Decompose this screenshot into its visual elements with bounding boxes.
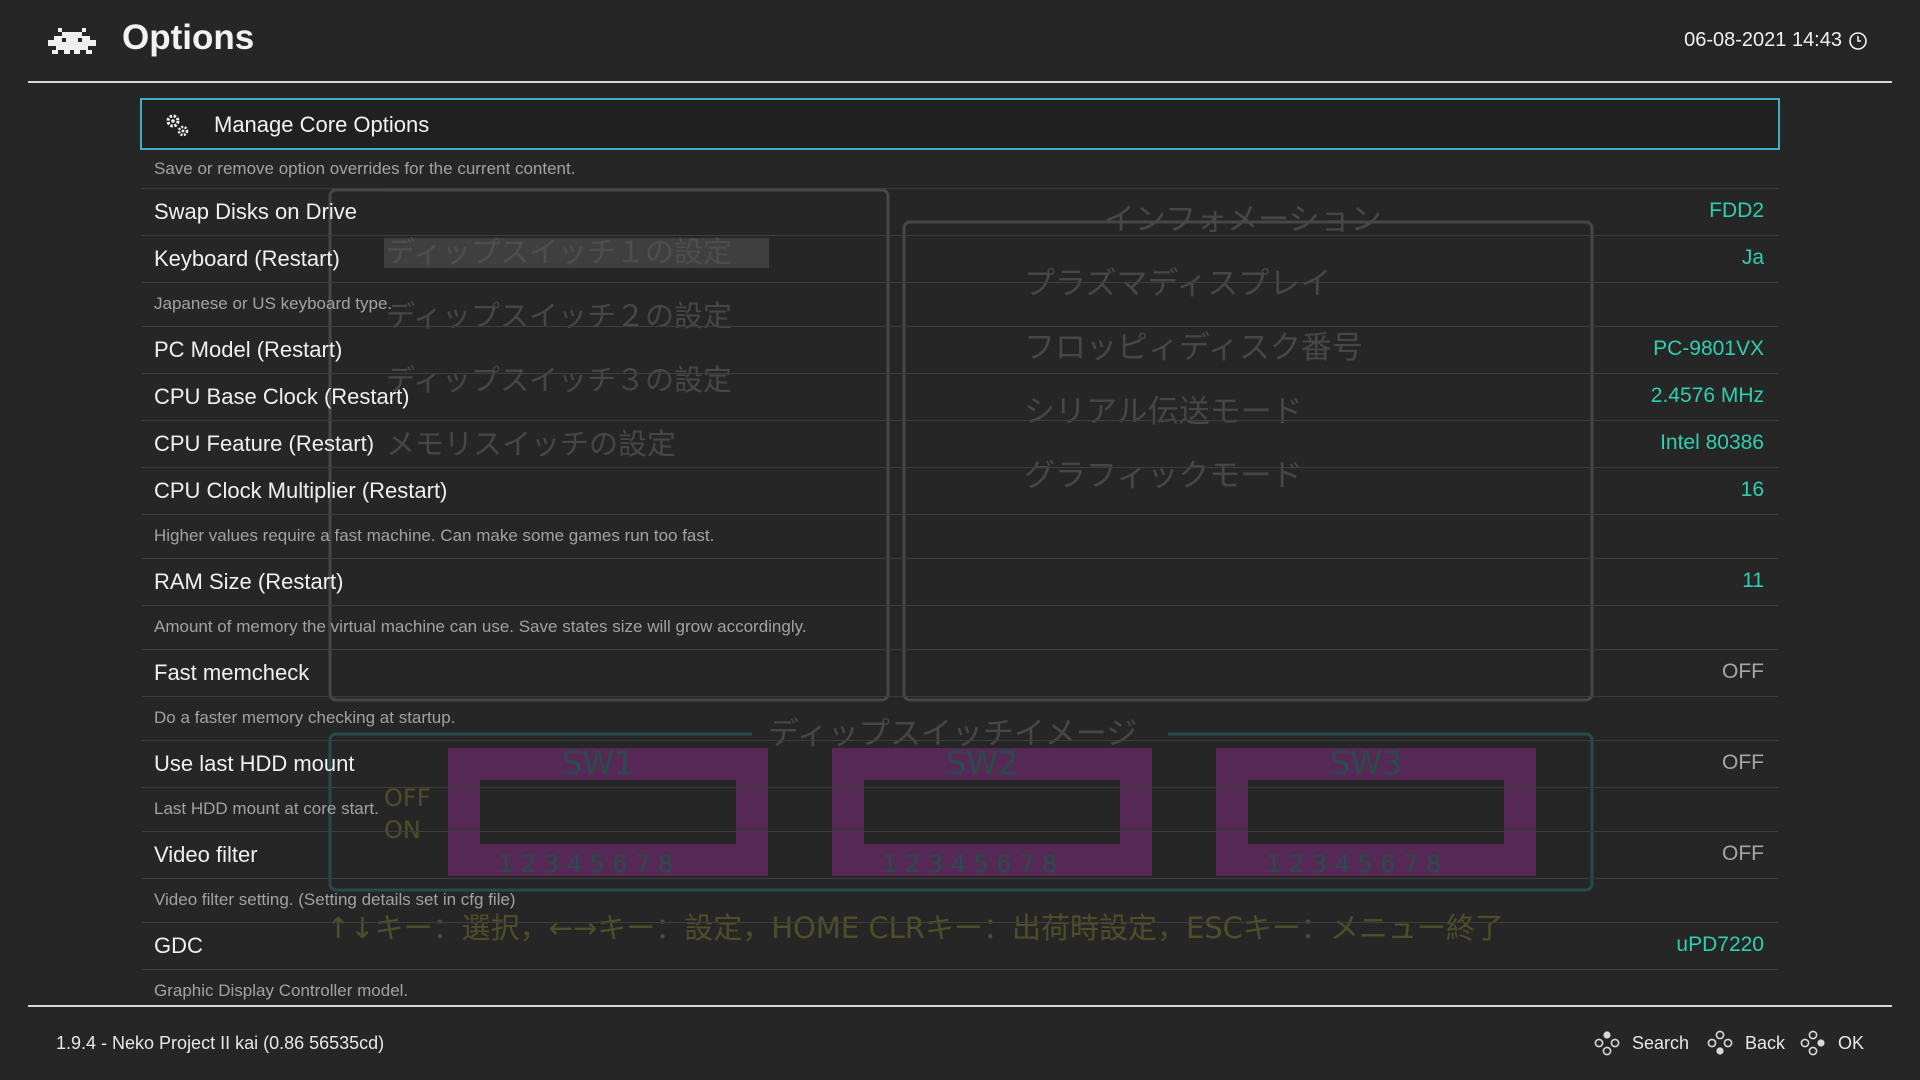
- gamepad-buttons-icon: [1707, 1030, 1733, 1055]
- option-value: OFF: [1722, 842, 1764, 865]
- option-keyboard[interactable]: Keyboard (Restart) Ja: [142, 235, 1778, 283]
- option-use-last-hdd-mount-description: Last HDD mount at core start.: [142, 787, 1778, 832]
- option-keyboard-description: Japanese or US keyboard type.: [142, 282, 1778, 327]
- manage-core-options-description: Save or remove option overrides for the …: [142, 150, 1778, 189]
- option-label: Swap Disks on Drive: [154, 199, 357, 224]
- option-label: CPU Clock Multiplier (Restart): [154, 478, 448, 503]
- option-value: 2.4576 MHz: [1650, 384, 1764, 407]
- clock-icon: [1849, 31, 1867, 50]
- option-value: OFF: [1722, 751, 1764, 774]
- option-cpu-clock-multiplier-description: Higher values require a fast machine. Ca…: [142, 514, 1778, 559]
- option-fast-memcheck[interactable]: Fast memcheck OFF: [142, 649, 1778, 697]
- footer: 1.9.4 - Neko Project II kai (0.86 56535c…: [0, 1006, 1920, 1080]
- option-label: Use last HDD mount: [154, 751, 355, 776]
- description-text: Higher values require a fast machine. Ca…: [154, 526, 715, 545]
- option-label: CPU Base Clock (Restart): [154, 384, 410, 409]
- option-value: 11: [1742, 569, 1764, 592]
- option-value: OFF: [1722, 660, 1764, 683]
- option-label: Keyboard (Restart): [154, 246, 340, 271]
- gear-icon: [166, 114, 189, 137]
- manage-core-options-item[interactable]: Manage Core Options: [140, 98, 1780, 150]
- option-label: GDC: [154, 933, 203, 958]
- ok-hint[interactable]: OK: [1800, 1030, 1864, 1056]
- description-text: Graphic Display Controller model.: [154, 981, 409, 1000]
- ok-hint-label: OK: [1838, 1032, 1865, 1053]
- description-text: Last HDD mount at core start.: [154, 799, 379, 818]
- option-label: RAM Size (Restart): [154, 569, 344, 594]
- back-hint[interactable]: Back: [1707, 1030, 1785, 1056]
- description-text: Japanese or US keyboard type.: [154, 294, 393, 313]
- description-text: Video filter setting. (Setting details s…: [154, 890, 516, 909]
- option-label: Video filter: [154, 842, 258, 867]
- option-value: Intel 80386: [1660, 431, 1764, 454]
- search-hint[interactable]: Search: [1594, 1030, 1689, 1056]
- option-label: PC Model (Restart): [154, 337, 343, 362]
- page-title: Options: [122, 18, 255, 57]
- option-label: CPU Feature (Restart): [154, 431, 375, 456]
- description-text: Amount of memory the virtual machine can…: [154, 617, 807, 636]
- header-divider: [28, 81, 1892, 83]
- option-pc-model[interactable]: PC Model (Restart) PC-9801VX: [142, 326, 1778, 374]
- clock: 06-08-2021 14:43: [1684, 29, 1868, 52]
- search-hint-label: Search: [1632, 1032, 1690, 1053]
- option-use-last-hdd-mount[interactable]: Use last HDD mount OFF: [142, 740, 1778, 788]
- header: Options 06-08-2021 14:43: [0, 0, 1920, 82]
- back-hint-label: Back: [1745, 1032, 1786, 1053]
- retroarch-invader-icon: [48, 28, 96, 54]
- manage-core-options-label: Manage Core Options: [214, 112, 430, 137]
- option-cpu-base-clock[interactable]: CPU Base Clock (Restart) 2.4576 MHz: [142, 373, 1778, 421]
- gamepad-buttons-icon: [1800, 1030, 1825, 1056]
- option-video-filter[interactable]: Video filter OFF: [142, 831, 1778, 879]
- option-swap-disks[interactable]: Swap Disks on Drive FDD2: [142, 188, 1778, 236]
- option-ram-size-description: Amount of memory the virtual machine can…: [142, 605, 1778, 650]
- option-video-filter-description: Video filter setting. (Setting details s…: [142, 878, 1778, 923]
- option-gdc-description: Graphic Display Controller model.: [142, 969, 1778, 1003]
- option-ram-size[interactable]: RAM Size (Restart) 11: [142, 558, 1778, 606]
- option-cpu-clock-multiplier[interactable]: CPU Clock Multiplier (Restart) 16: [142, 467, 1778, 515]
- option-value: uPD7220: [1676, 933, 1764, 956]
- option-value: FDD2: [1709, 199, 1764, 222]
- option-value: PC-9801VX: [1653, 337, 1764, 360]
- option-gdc[interactable]: GDC uPD7220: [142, 922, 1778, 970]
- option-label: Fast memcheck: [154, 660, 310, 685]
- option-value: Ja: [1741, 246, 1764, 269]
- gamepad-buttons-icon: [1594, 1031, 1620, 1056]
- description-text: Do a faster memory checking at startup.: [154, 708, 456, 727]
- option-cpu-feature[interactable]: CPU Feature (Restart) Intel 80386: [142, 420, 1778, 468]
- option-fast-memcheck-description: Do a faster memory checking at startup.: [142, 696, 1778, 741]
- core-version: 1.9.4 - Neko Project II kai (0.86 56535c…: [56, 1033, 385, 1053]
- description-text: Save or remove option overrides for the …: [154, 159, 576, 178]
- datetime-text: 06-08-2021 14:43: [1684, 29, 1842, 51]
- option-value: 16: [1740, 478, 1764, 501]
